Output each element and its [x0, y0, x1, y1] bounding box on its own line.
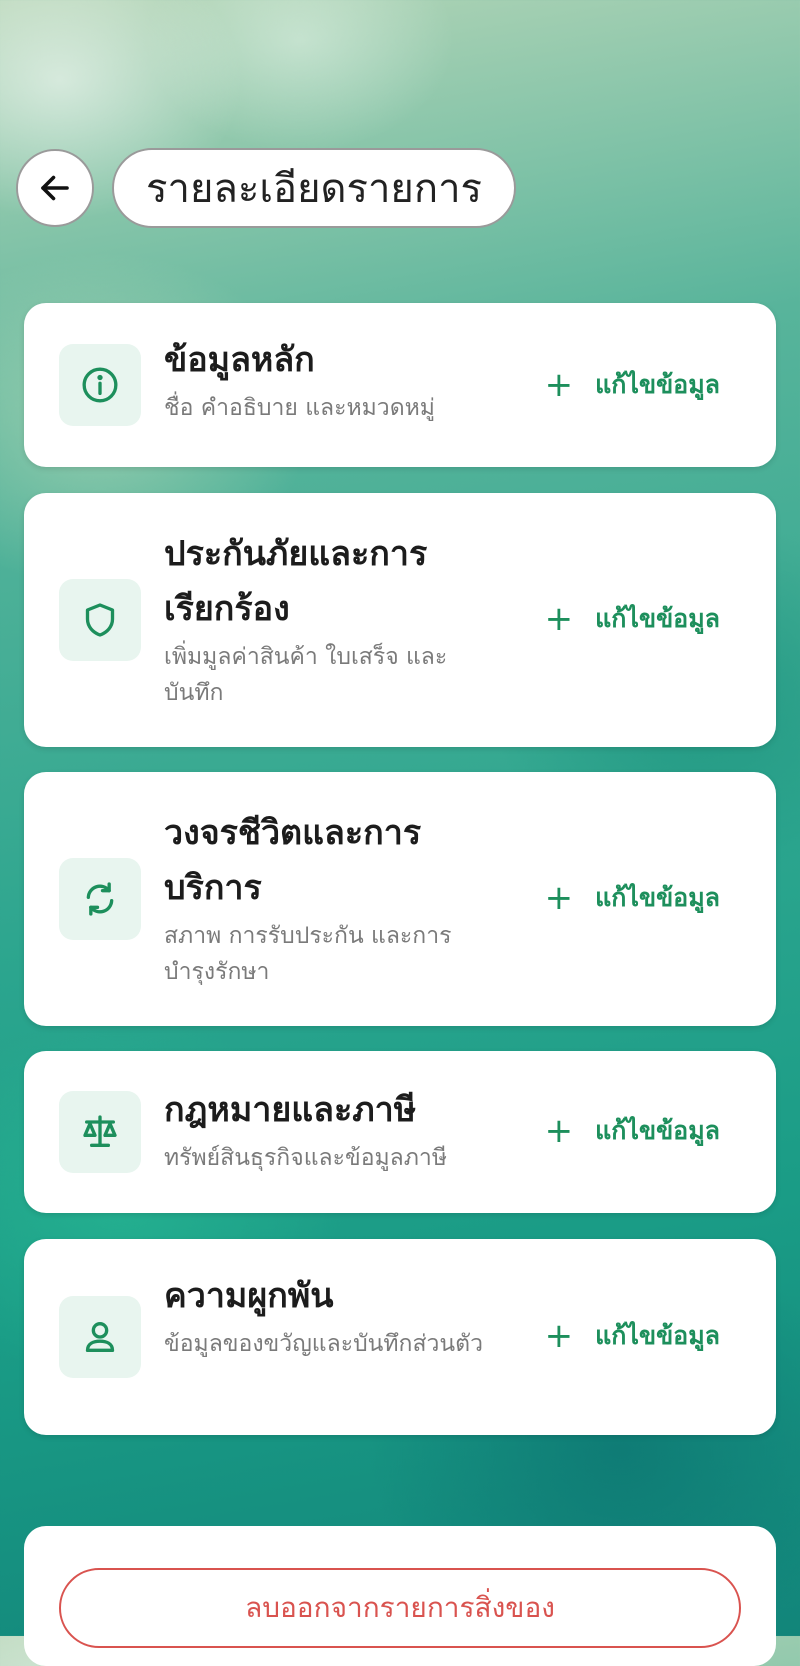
plus-icon: +	[544, 1111, 574, 1151]
plus-icon: +	[544, 878, 574, 918]
section-text: วงจรชีวิตและการบริการ สภาพ การรับประกัน …	[164, 806, 494, 990]
section-title: ความผูกพัน	[164, 1276, 334, 1316]
section-subtitle: เพิ่มมูลค่าสินค้า ใบเสร็จ และบันทึก	[164, 644, 448, 706]
section-card-relationship[interactable]: ความผูกพัน ข้อมูลของขวัญและบันทึกส่วนตัว…	[24, 1239, 776, 1435]
section-title: ข้อมูลหลัก	[164, 340, 315, 380]
edit-label: แก้ไขข้อมูล	[595, 883, 720, 912]
section-title: กฎหมายและภาษี	[164, 1090, 417, 1130]
section-subtitle: สภาพ การรับประกัน และการบำรุงรักษา	[164, 923, 452, 985]
remove-from-inventory-button[interactable]: ลบออกจากรายการสิ่งของ	[59, 1568, 741, 1648]
section-title: วงจรชีวิตและการบริการ	[164, 813, 422, 908]
section-icon-box	[59, 858, 141, 940]
section-icon-box	[59, 1091, 141, 1173]
section-icon-box	[59, 344, 141, 426]
refresh-icon	[86, 882, 114, 916]
user-icon	[85, 1322, 115, 1352]
section-title: ประกันภัยและการเรียกร้อง	[164, 534, 428, 629]
edit-label: แก้ไขข้อมูล	[595, 604, 720, 633]
section-subtitle: ข้อมูลของขวัญและบันทึกส่วนตัว	[164, 1331, 484, 1357]
section-subtitle: ทรัพย์สินธุรกิจและข้อมูลภาษี	[164, 1145, 448, 1171]
edit-button-insurance[interactable]: + แก้ไขข้อมูล	[545, 599, 720, 639]
plus-icon: +	[544, 1316, 574, 1356]
section-text: ข้อมูลหลัก ชื่อ คำอธิบาย และหมวดหมู่	[164, 333, 494, 426]
section-card-insurance[interactable]: ประกันภัยและการเรียกร้อง เพิ่มมูลค่าสินค…	[24, 493, 776, 747]
section-icon-box	[59, 579, 141, 661]
edit-button-lifecycle[interactable]: + แก้ไขข้อมูล	[545, 878, 720, 918]
scale-icon	[83, 1115, 117, 1147]
section-card-main-info[interactable]: ข้อมูลหลัก ชื่อ คำอธิบาย และหมวดหมู่ + แ…	[24, 303, 776, 467]
edit-label: แก้ไขข้อมูล	[595, 1116, 720, 1145]
section-text: ประกันภัยและการเรียกร้อง เพิ่มมูลค่าสินค…	[164, 527, 494, 711]
edit-button-main-info[interactable]: + แก้ไขข้อมูล	[545, 365, 720, 405]
plus-icon: +	[544, 365, 574, 405]
back-button[interactable]	[16, 149, 94, 227]
edit-button-relationship[interactable]: + แก้ไขข้อมูล	[545, 1316, 720, 1356]
section-card-legal-tax[interactable]: กฎหมายและภาษี ทรัพย์สินธุรกิจและข้อมูลภา…	[24, 1051, 776, 1213]
edit-button-legal-tax[interactable]: + แก้ไขข้อมูล	[545, 1111, 720, 1151]
edit-label: แก้ไขข้อมูล	[595, 1321, 720, 1350]
arrow-left-icon	[41, 175, 69, 201]
info-icon	[82, 367, 118, 403]
page-title: รายละเอียดรายการ	[112, 148, 517, 228]
header: รายละเอียดรายการ	[16, 148, 517, 228]
section-text: กฎหมายและภาษี ทรัพย์สินธุรกิจและข้อมูลภา…	[164, 1083, 494, 1176]
plus-icon: +	[544, 599, 574, 639]
section-card-lifecycle[interactable]: วงจรชีวิตและการบริการ สภาพ การรับประกัน …	[24, 772, 776, 1026]
section-text: ความผูกพัน ข้อมูลของขวัญและบันทึกส่วนตัว	[164, 1269, 494, 1362]
edit-label: แก้ไขข้อมูล	[595, 370, 720, 399]
section-icon-box	[59, 1296, 141, 1378]
shield-icon	[85, 603, 115, 637]
section-subtitle: ชื่อ คำอธิบาย และหมวดหมู่	[164, 395, 435, 421]
footer-card: ลบออกจากรายการสิ่งของ	[24, 1526, 776, 1666]
